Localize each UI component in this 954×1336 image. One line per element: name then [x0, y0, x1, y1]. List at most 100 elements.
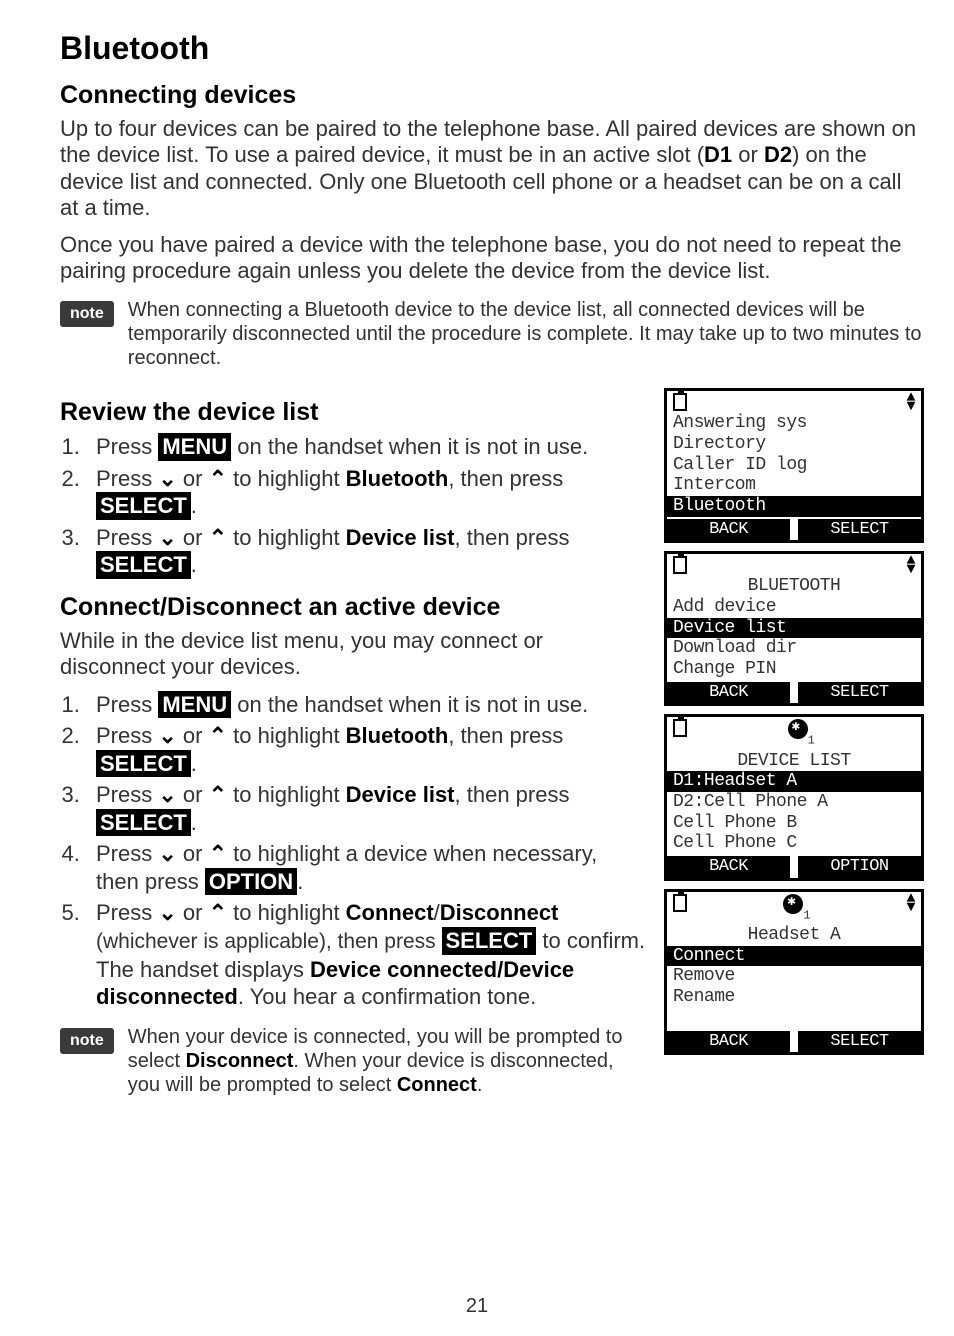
note-box: note When your device is connected, you … [60, 1025, 646, 1097]
lcd-softkey-back: BACK [667, 682, 790, 704]
lcd-softkey-select: SELECT [798, 1031, 921, 1053]
down-arrow-icon: ⌄ [158, 899, 176, 927]
bold: Connect [397, 1074, 477, 1096]
select-button-label: SELECT [96, 492, 191, 520]
step-2: Press ⌄ or ⌃ to highlight Bluetooth, the… [86, 722, 646, 777]
review-steps: Press MENU on the handset when it is not… [60, 433, 646, 579]
text: , then press [448, 466, 563, 491]
lcd-row: Cell Phone B [673, 813, 915, 834]
text: . [191, 493, 197, 518]
up-arrow-icon: ⌃ [209, 524, 227, 552]
text: . [477, 1074, 483, 1096]
step-3: Press ⌄ or ⌃ to highlight Device list, t… [86, 524, 646, 579]
text: to highlight [227, 782, 346, 807]
text: or [177, 466, 209, 491]
text: to highlight [227, 525, 346, 550]
lcd-title: Headset A [673, 925, 915, 946]
page-title: Bluetooth [60, 30, 924, 67]
up-arrow-icon: ⌃ [209, 722, 227, 750]
text: to highlight [227, 723, 346, 748]
text: Press [96, 692, 158, 717]
bold: Disconnect [440, 900, 559, 925]
lcd-row: Change PIN [673, 659, 915, 680]
paragraph: While in the device list menu, you may c… [60, 628, 646, 681]
lcd-row: Caller ID log [673, 455, 915, 476]
lcd-softkey-back: BACK [667, 1031, 790, 1053]
lcd-row: Rename [673, 987, 915, 1008]
text: or [177, 841, 209, 866]
down-arrow-icon: ⌄ [158, 465, 176, 493]
bold: Bluetooth [346, 723, 449, 748]
text: Press [96, 782, 158, 807]
text: Press [96, 466, 158, 491]
lcd-softkey-option: OPTION [798, 856, 921, 878]
lcd-title: DEVICE LIST [673, 751, 915, 772]
bt-index: 1 [803, 908, 810, 922]
down-arrow-icon: ⌄ [158, 781, 176, 809]
text: Press [96, 525, 158, 550]
lcd-softkey-select: SELECT [798, 682, 921, 704]
bold-d1: D1 [704, 142, 732, 167]
text: , then press [448, 723, 563, 748]
note-badge: note [60, 301, 114, 327]
lcd-row [673, 1008, 915, 1029]
lcd-row: Directory [673, 434, 915, 455]
lcd-screen-bluetooth: ▲▼ BLUETOOTH Add device Device list Down… [664, 551, 924, 706]
text: or [177, 782, 209, 807]
text: . [191, 810, 197, 835]
select-button-label: SELECT [96, 551, 191, 579]
lcd-row-highlighted: Connect [667, 946, 921, 967]
step-1: Press MENU on the handset when it is not… [86, 433, 646, 461]
select-button-label: SELECT [96, 809, 191, 837]
battery-icon [673, 393, 687, 411]
scroll-arrows-icon: ▲▼ [906, 393, 915, 411]
subheading-connect-disconnect: Connect/Disconnect an active device [60, 593, 646, 622]
text: to highlight [227, 466, 346, 491]
page-number: 21 [0, 1295, 954, 1318]
step-3: Press ⌄ or ⌃ to highlight Device list, t… [86, 781, 646, 836]
up-arrow-icon: ⌃ [209, 781, 227, 809]
lcd-row: Intercom [673, 475, 915, 496]
menu-button-label: MENU [158, 433, 231, 461]
text: . [191, 552, 197, 577]
lcd-row: Answering sys [673, 413, 915, 434]
select-button-label: SELECT [442, 927, 537, 955]
up-arrow-icon: ⌃ [209, 465, 227, 493]
lcd-row-highlighted: Device list [667, 618, 921, 639]
up-arrow-icon: ⌃ [209, 840, 227, 868]
bold-d2: D2 [764, 142, 792, 167]
text: . [297, 869, 303, 894]
bluetooth-icon [783, 894, 803, 914]
note-text: When connecting a Bluetooth device to th… [128, 298, 924, 370]
option-button-label: OPTION [205, 868, 297, 896]
note-text: When your device is connected, you will … [128, 1025, 646, 1097]
bold: Connect [346, 900, 434, 925]
text: or [732, 142, 764, 167]
text: on the handset when it is not in use. [231, 434, 588, 459]
battery-icon [673, 894, 687, 912]
text: on the handset when it is not in use. [231, 692, 588, 717]
lcd-screen-main-menu: ▲▼ Answering sys Directory Caller ID log… [664, 388, 924, 543]
bold: Device list [346, 525, 455, 550]
text: or [177, 900, 209, 925]
down-arrow-icon: ⌄ [158, 840, 176, 868]
menu-button-label: MENU [158, 691, 231, 719]
down-arrow-icon: ⌄ [158, 524, 176, 552]
step-4: Press ⌄ or ⌃ to highlight a device when … [86, 840, 646, 895]
lcd-screen-device-list: 1 DEVICE LIST D1:Headset A D2:Cell Phone… [664, 714, 924, 880]
lcd-row-highlighted: D1:Headset A [667, 771, 921, 792]
bt-index: 1 [808, 734, 815, 748]
paragraph: Once you have paired a device with the t… [60, 232, 924, 285]
text: , then press [455, 782, 570, 807]
scroll-arrows-icon: ▲▼ [906, 894, 915, 923]
step-5: Press ⌄ or ⌃ to highlight Connect/Discon… [86, 899, 646, 1011]
lcd-row: Download dir [673, 638, 915, 659]
text: Press [96, 723, 158, 748]
lcd-row: Add device [673, 597, 915, 618]
bold: Bluetooth [346, 466, 449, 491]
battery-icon [673, 719, 687, 737]
lcd-row-highlighted: Bluetooth [667, 496, 921, 517]
bluetooth-icon [788, 719, 808, 739]
scroll-arrows-icon: ▲▼ [906, 556, 915, 574]
connect-steps: Press MENU on the handset when it is not… [60, 691, 646, 1011]
